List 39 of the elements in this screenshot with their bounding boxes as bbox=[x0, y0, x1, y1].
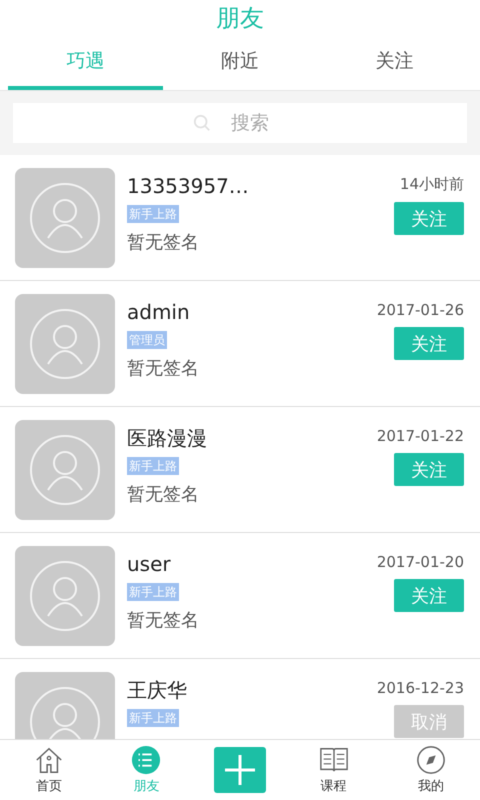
time-label: 2016-12-23 bbox=[376, 679, 464, 697]
user-name: 医路漫漫 bbox=[127, 425, 207, 451]
user-badge: 新手上路 bbox=[127, 583, 179, 601]
user-badge: 管理员 bbox=[127, 331, 167, 349]
nav-label[interactable]: 课程 bbox=[320, 777, 347, 795]
user-signature: 暂无签名 bbox=[127, 357, 199, 380]
tab[interactable]: 关注 bbox=[317, 36, 472, 90]
follow-button[interactable]: 关注 bbox=[394, 453, 464, 486]
time-label: 2017-01-26 bbox=[376, 301, 464, 319]
follow-button[interactable]: 关注 bbox=[394, 202, 464, 235]
avatar[interactable] bbox=[15, 168, 115, 268]
nav-label[interactable]: 朋友 bbox=[133, 777, 160, 795]
user-badge: 新手上路 bbox=[127, 457, 179, 475]
time-label: 2017-01-20 bbox=[376, 553, 464, 571]
user-signature: 暂无签名 bbox=[127, 231, 199, 254]
user-name: user bbox=[127, 551, 171, 577]
avatar[interactable] bbox=[15, 420, 115, 520]
search-field[interactable]: 搜索 bbox=[13, 103, 467, 143]
user-name: admin bbox=[127, 299, 190, 325]
user-badge: 新手上路 bbox=[127, 709, 179, 727]
avatar[interactable] bbox=[15, 546, 115, 646]
list-icon[interactable] bbox=[131, 745, 162, 775]
tab[interactable]: 附近 bbox=[162, 36, 318, 90]
home-icon[interactable] bbox=[34, 745, 64, 775]
compass-icon[interactable] bbox=[416, 745, 446, 775]
time-label: 14小时前 bbox=[400, 175, 464, 194]
nav-label[interactable]: 我的 bbox=[418, 777, 444, 795]
add-button[interactable] bbox=[214, 747, 266, 793]
user-signature: 暂无签名 bbox=[127, 609, 199, 632]
user-name: 王庆华 bbox=[127, 677, 187, 703]
user-name: 13353957… bbox=[127, 173, 249, 199]
follow-button[interactable]: 关注 bbox=[394, 579, 464, 612]
avatar[interactable] bbox=[15, 294, 115, 394]
follow-button[interactable]: 关注 bbox=[394, 327, 464, 360]
page-title: 朋友 bbox=[216, 3, 264, 34]
nav-label[interactable]: 首页 bbox=[36, 777, 62, 795]
time-label: 2017-01-22 bbox=[376, 427, 464, 445]
user-signature: 暂无签名 bbox=[127, 483, 199, 506]
user-badge: 新手上路 bbox=[127, 205, 179, 223]
